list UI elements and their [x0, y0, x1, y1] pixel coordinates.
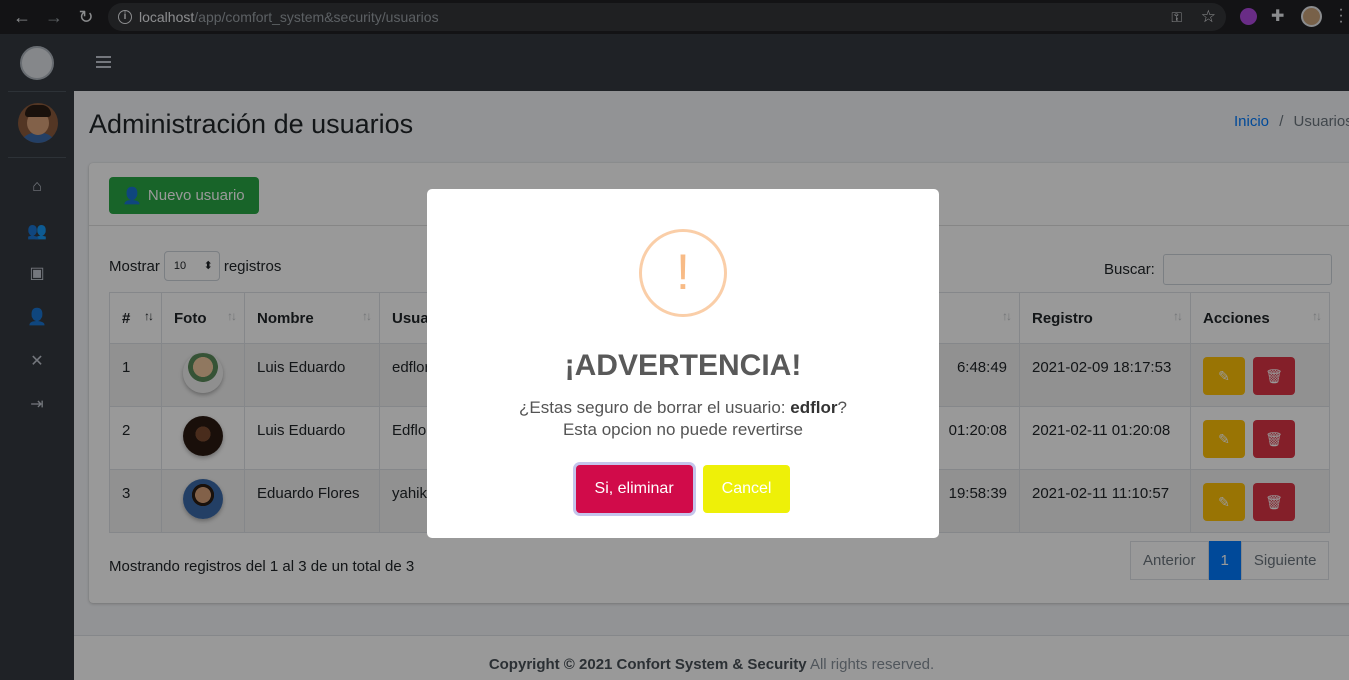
cancel-button[interactable]: Cancel: [702, 465, 791, 513]
confirm-delete-dialog: ! ¡ADVERTENCIA! ¿Estas seguro de borrar …: [427, 189, 939, 538]
dialog-message: ¿Estas seguro de borrar el usuario: edfl…: [427, 397, 939, 441]
confirm-delete-button[interactable]: Si, eliminar: [575, 465, 693, 513]
dialog-actions: Si, eliminar Cancel: [427, 465, 939, 513]
dialog-message-suffix: ?: [837, 398, 847, 417]
warning-icon: !: [639, 229, 727, 317]
dialog-username: edflor: [790, 398, 838, 417]
dialog-message-prefix: ¿Estas seguro de borrar el usuario:: [519, 398, 791, 417]
dialog-message-line2: Esta opcion no puede revertirse: [562, 420, 804, 439]
dialog-title: ¡ADVERTENCIA!: [564, 349, 802, 382]
